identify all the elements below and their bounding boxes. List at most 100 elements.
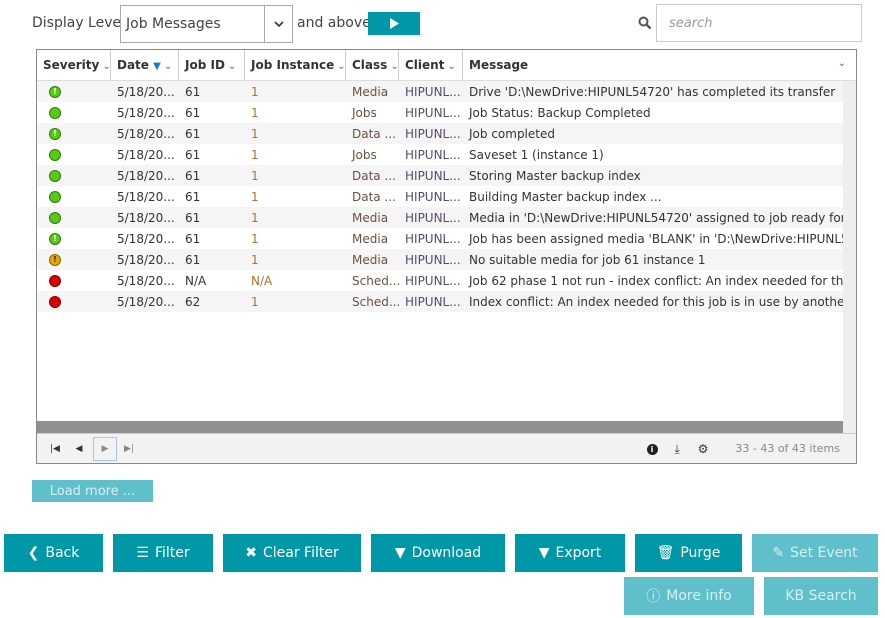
severity-info-icon: !	[49, 233, 61, 245]
job-id-cell: 61	[185, 126, 201, 141]
severity-cell: !	[37, 85, 111, 99]
grid-header: Severity ⌄ Date ▼ ⌄ Job ID ⌄ Job Instance ⌄ …	[37, 50, 856, 81]
load-more-button[interactable]: Load more ...	[32, 480, 153, 502]
message-cell: Job completed	[469, 126, 555, 141]
info-icon[interactable]: i	[640, 437, 664, 461]
pager-info: 33 - 43 of 43 items	[735, 442, 840, 455]
table-row[interactable]: ! 5/18/20... 61 1 Media HIPUNL... No sui…	[37, 249, 856, 270]
clear-filter-button[interactable]: ✖ Clear Filter	[223, 534, 361, 572]
table-row[interactable]: 5/18/20... 61 1 Data ... HIPUNL... Stori…	[37, 165, 856, 186]
table-row[interactable]: ! 5/18/20... 61 1 Media HIPUNL... Job ha…	[37, 228, 856, 249]
pager: |◀ ◀ ▶ ▶| i ⤓ ⚙ 33 - 43 of 43 items	[37, 433, 856, 463]
message-cell: Drive 'D:\NewDrive:HIPUNL54720' has comp…	[469, 84, 836, 99]
column-job-id[interactable]: Job ID ⌄	[179, 50, 245, 80]
prev-page-button[interactable]: ◀	[67, 437, 91, 461]
more-info-label: More info	[666, 588, 732, 604]
message-cell: Index conflict: An index needed for this…	[469, 294, 843, 309]
column-severity[interactable]: Severity ⌄	[37, 50, 111, 80]
class-cell: Data ...	[352, 126, 396, 141]
class-cell: Media	[352, 252, 389, 267]
download-button[interactable]: ▼ Download	[371, 534, 505, 572]
severity-ok-icon	[49, 191, 61, 203]
column-job-instance[interactable]: Job Instance ⌄	[245, 50, 346, 80]
message-cell: No suitable media for job 61 instance 1	[469, 252, 706, 267]
display-level-select[interactable]: Job Messages	[120, 5, 293, 43]
job-id-cell: 61	[185, 168, 201, 183]
table-row[interactable]: 5/18/20... 62 1 Sched... HIPUNL... Index…	[37, 291, 856, 312]
job-id-cell: N/A	[185, 273, 207, 288]
chevron-down-icon[interactable]: ⌄	[228, 61, 236, 72]
table-row[interactable]: 5/18/20... N/A N/A Sched... HIPUNL... Jo…	[37, 270, 856, 291]
date-cell: 5/18/20...	[117, 84, 175, 99]
filter-button[interactable]: ☰ Filter	[113, 534, 213, 572]
severity-warning-icon: !	[49, 254, 61, 266]
chevron-down-icon[interactable]: ⌄	[838, 58, 846, 69]
chevron-down-icon[interactable]	[264, 6, 292, 42]
column-label: Message	[469, 58, 529, 72]
severity-cell	[37, 274, 111, 288]
column-label: Job ID	[185, 58, 225, 72]
job-instance-cell: 1	[251, 294, 259, 309]
chevron-down-icon[interactable]: ⌄	[102, 61, 110, 72]
sort-desc-icon: ▼	[153, 61, 161, 72]
message-cell: Job has been assigned media 'BLANK' in '…	[469, 231, 843, 246]
job-instance-cell: 1	[251, 210, 259, 225]
apply-button[interactable]	[368, 12, 420, 35]
column-date[interactable]: Date ▼ ⌄	[111, 50, 179, 80]
table-row[interactable]: 5/18/20... 61 1 Media HIPUNL... Media in…	[37, 207, 856, 228]
table-row[interactable]: 5/18/20... 61 1 Jobs HIPUNL... Job Statu…	[37, 102, 856, 123]
column-client[interactable]: Client ⌄	[399, 50, 463, 80]
client-cell: HIPUNL...	[405, 294, 461, 309]
vertical-scrollbar[interactable]	[843, 81, 856, 433]
severity-ok-icon	[49, 107, 61, 119]
first-page-button[interactable]: |◀	[43, 437, 67, 461]
severity-cell	[37, 106, 111, 120]
client-cell: HIPUNL...	[405, 231, 461, 246]
chevron-down-icon[interactable]: ⌄	[447, 61, 455, 72]
class-cell: Sched...	[352, 273, 399, 288]
severity-info-icon: !	[49, 128, 61, 140]
download-icon[interactable]: ⤓	[665, 437, 689, 461]
table-row[interactable]: ! 5/18/20... 61 1 Media HIPUNL... Drive …	[37, 81, 856, 102]
table-row[interactable]: 5/18/20... 61 1 Jobs HIPUNL... Saveset 1…	[37, 144, 856, 165]
severity-cell	[37, 169, 111, 183]
set-event-label: Set Event	[790, 545, 858, 561]
severity-cell	[37, 190, 111, 204]
column-label: Date	[117, 58, 149, 72]
kb-search-button[interactable]: KB Search	[764, 577, 878, 615]
export-label: Export	[555, 545, 602, 561]
chevron-down-icon[interactable]: ⌄	[164, 61, 172, 72]
job-id-cell: 61	[185, 252, 201, 267]
horizontal-scrollbar[interactable]	[37, 421, 843, 433]
job-instance-cell: 1	[251, 189, 259, 204]
column-label: Client	[405, 58, 445, 72]
back-label: Back	[45, 545, 80, 561]
date-cell: 5/18/20...	[117, 189, 175, 204]
severity-info-icon: !	[49, 86, 61, 98]
more-info-button[interactable]: ⓘ More info	[624, 577, 754, 615]
message-cell: Job Status: Backup Completed	[469, 105, 651, 120]
client-cell: HIPUNL...	[405, 105, 461, 120]
column-class[interactable]: Class ⌄	[346, 50, 399, 80]
table-row[interactable]: 5/18/20... 61 1 Data ... HIPUNL... Build…	[37, 186, 856, 207]
export-button[interactable]: ▼ Export	[515, 534, 625, 572]
last-page-button[interactable]: ▶|	[117, 437, 141, 461]
purge-button[interactable]: 🗑 Purge	[635, 534, 742, 572]
gear-icon[interactable]: ⚙	[691, 437, 715, 461]
date-cell: 5/18/20...	[117, 147, 175, 162]
table-row[interactable]: ! 5/18/20... 61 1 Data ... HIPUNL... Job…	[37, 123, 856, 144]
next-page-button[interactable]: ▶	[93, 437, 117, 461]
set-event-button[interactable]: ✎ Set Event	[752, 534, 878, 572]
client-cell: HIPUNL...	[405, 252, 461, 267]
severity-cell: !	[37, 253, 111, 267]
chevron-down-icon[interactable]: ⌄	[337, 61, 345, 72]
back-button[interactable]: ❮ Back	[4, 534, 103, 572]
display-level-value: Job Messages	[126, 16, 221, 32]
column-label: Job Instance	[251, 58, 335, 72]
search-input[interactable]: search	[656, 4, 862, 42]
column-message[interactable]: Message ⌄	[463, 50, 856, 80]
job-id-cell: 61	[185, 231, 201, 246]
job-instance-cell: 1	[251, 105, 259, 120]
job-instance-cell: 1	[251, 231, 259, 246]
chevron-down-icon[interactable]: ⌄	[390, 61, 398, 72]
